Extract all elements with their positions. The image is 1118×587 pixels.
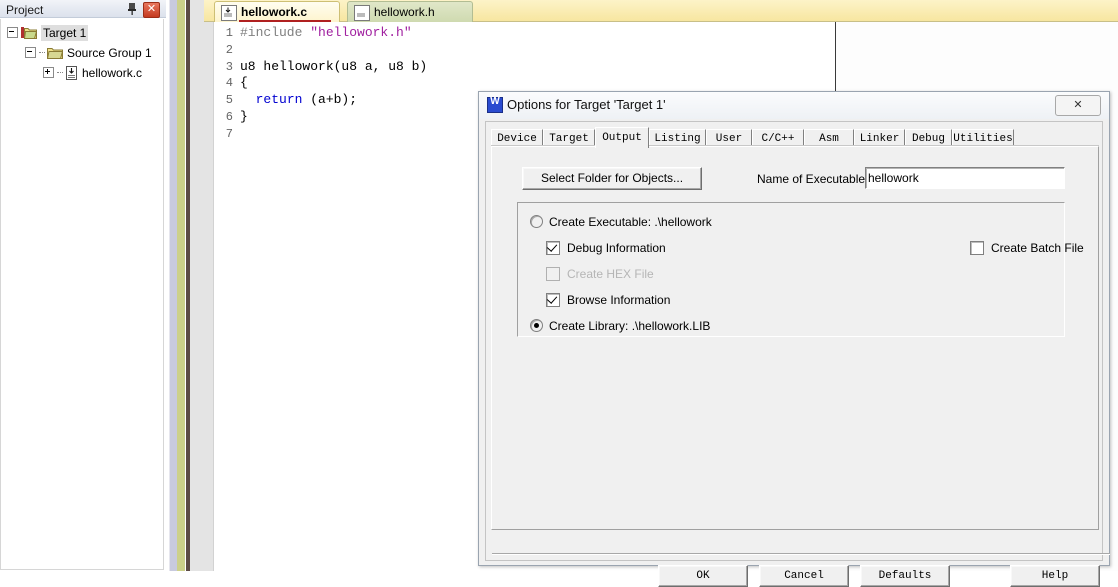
defaults-button[interactable]: Defaults bbox=[860, 565, 950, 587]
code-token: #include bbox=[240, 25, 311, 40]
dialog-tab-output[interactable]: Output bbox=[595, 127, 649, 148]
browse-information-label: Browse Information bbox=[567, 292, 671, 307]
tree-item-source-group-1[interactable]: Source Group 1 bbox=[25, 45, 152, 62]
line-number: 7 bbox=[225, 126, 233, 141]
code-line: 3 u8 hellowork(u8 a, u8 b) bbox=[215, 59, 427, 76]
code-token: } bbox=[240, 108, 248, 124]
options-dialog: Options for Target 'Target 1' ✕ DeviceTa… bbox=[478, 91, 1110, 587]
create-executable-label: Create Executable: .\hellowork bbox=[549, 214, 712, 229]
code-token: u8 hellowork(u8 a, u8 b) bbox=[240, 58, 428, 74]
code-text: 1 #include "hellowork.h" 2 3 u8 hellowork(u8… bbox=[215, 25, 427, 143]
splitter-stripe-4 bbox=[177, 0, 185, 571]
create-batch-file-checkbox[interactable] bbox=[970, 240, 984, 255]
code-line: 1 #include "hellowork.h" bbox=[215, 25, 427, 42]
browse-information-row[interactable]: Browse Information bbox=[546, 292, 670, 307]
editor-tab-bar: hellowork.c hellowork.h bbox=[204, 0, 1118, 22]
tree-expander-0[interactable] bbox=[7, 27, 18, 39]
code-token: "hellowork.h" bbox=[310, 25, 412, 40]
debug-information-label: Debug Information bbox=[567, 240, 666, 255]
project-panel-title: Project bbox=[6, 3, 44, 17]
create-library-row[interactable]: Create Library: .\hellowork.LIB bbox=[530, 318, 710, 333]
name-of-executable-input[interactable] bbox=[868, 169, 1060, 186]
dialog-close-glyph: ✕ bbox=[1073, 99, 1083, 111]
dialog-title: Options for Target 'Target 1' bbox=[507, 97, 666, 112]
tree-item-hellowork-c[interactable]: hellowork.c bbox=[43, 65, 142, 82]
line-number: 4 bbox=[225, 76, 233, 91]
tree-item-label: Target 1 bbox=[41, 24, 89, 41]
code-line: 5 return (a+b); bbox=[215, 92, 427, 109]
code-line: 7 bbox=[215, 126, 427, 143]
target-folder-icon bbox=[21, 26, 38, 40]
tree-item-label: hellowork.c bbox=[82, 65, 143, 80]
panel-splitter[interactable] bbox=[166, 0, 204, 571]
line-number: 2 bbox=[225, 42, 233, 57]
editor-tab-hellowork-c[interactable]: hellowork.c bbox=[214, 1, 340, 22]
output-options-group: Create Executable: .\hellowork Debug Info… bbox=[517, 202, 1084, 337]
code-token: { bbox=[240, 75, 248, 91]
editor-tab-hellowork-h[interactable]: hellowork.h bbox=[347, 1, 473, 22]
c-file-icon bbox=[65, 65, 78, 80]
create-hex-file-label: Create HEX File bbox=[567, 266, 654, 281]
line-number: 6 bbox=[225, 109, 233, 124]
create-hex-file-row[interactable]: Create HEX File bbox=[546, 266, 654, 281]
dialog-title-bar[interactable]: Options for Target 'Target 1' ✕ bbox=[479, 92, 1109, 119]
debug-information-row[interactable]: Debug Information bbox=[546, 240, 666, 255]
name-of-executable-field[interactable] bbox=[865, 167, 1065, 189]
project-panel: Project ✕ Target 1 Source Group 1 hellowor… bbox=[0, 0, 166, 571]
pin-icon[interactable] bbox=[125, 2, 139, 16]
line-number: 1 bbox=[225, 26, 233, 40]
code-line: 4{ bbox=[215, 75, 427, 92]
code-token: (a+b); bbox=[302, 92, 358, 108]
ok-button[interactable]: OK bbox=[658, 565, 748, 587]
tree-expander-1[interactable] bbox=[25, 47, 36, 59]
tree-connector bbox=[39, 51, 45, 54]
help-button[interactable]: Help bbox=[1010, 565, 1100, 587]
name-of-executable-label: Name of Executable: bbox=[757, 172, 869, 186]
debug-information-checkbox[interactable] bbox=[546, 240, 560, 255]
editor-tab-label: hellowork.h bbox=[374, 5, 435, 19]
c-file-icon bbox=[221, 5, 237, 21]
project-tree: Target 1 Source Group 1 hellowork.c bbox=[0, 19, 164, 570]
editor-gutter bbox=[204, 22, 214, 571]
output-tab-page: Select Folder for Objects... Name of Exe… bbox=[491, 146, 1099, 530]
line-number: 5 bbox=[225, 93, 233, 108]
select-folder-for-objects-button[interactable]: Select Folder for Objects... bbox=[522, 167, 702, 190]
tree-item-target-1[interactable]: Target 1 bbox=[7, 24, 89, 42]
dialog-close-button[interactable]: ✕ bbox=[1055, 95, 1101, 116]
splitter-stripe-3 bbox=[170, 0, 177, 571]
create-library-radio[interactable] bbox=[530, 319, 543, 333]
create-executable-row[interactable]: Create Executable: .\hellowork bbox=[530, 214, 712, 229]
create-batch-file-label: Create Batch File bbox=[991, 240, 1084, 255]
tree-connector bbox=[57, 71, 63, 74]
dialog-button-separator bbox=[492, 553, 1110, 555]
cancel-button[interactable]: Cancel bbox=[759, 565, 849, 587]
editor-tab-label: hellowork.c bbox=[241, 5, 308, 19]
h-file-icon bbox=[354, 5, 370, 21]
line-number: 3 bbox=[225, 59, 233, 74]
dialog-body: Device Target Output Listing User C/C++ Asm Lin… bbox=[485, 121, 1110, 587]
splitter-stripe-7 bbox=[190, 0, 204, 571]
browse-information-checkbox[interactable] bbox=[546, 292, 560, 307]
close-icon[interactable]: ✕ bbox=[143, 2, 160, 18]
tree-expander-2[interactable] bbox=[43, 67, 54, 79]
project-panel-header: Project ✕ bbox=[0, 0, 166, 18]
code-token: return bbox=[255, 92, 303, 108]
source-folder-icon bbox=[46, 46, 64, 60]
keil-uvision-icon bbox=[487, 96, 503, 113]
code-line: 2 bbox=[215, 42, 427, 59]
tree-item-label: Source Group 1 bbox=[67, 45, 152, 60]
create-executable-radio[interactable] bbox=[530, 215, 543, 229]
create-hex-file-checkbox bbox=[546, 266, 560, 281]
code-line: 6} bbox=[215, 109, 427, 126]
create-library-label: Create Library: .\hellowork.LIB bbox=[549, 318, 711, 333]
close-icon-glyph: ✕ bbox=[146, 3, 157, 15]
create-batch-file-row[interactable]: Create Batch File bbox=[970, 240, 1084, 255]
